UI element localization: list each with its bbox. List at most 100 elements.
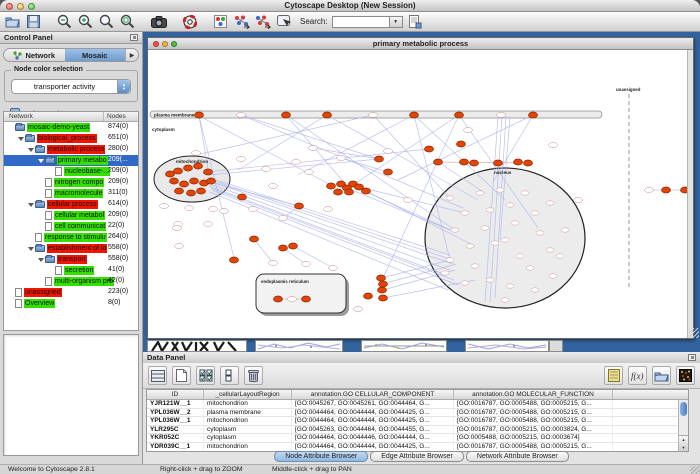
tree-expander-icon[interactable] bbox=[17, 137, 25, 141]
network-node-small[interactable] bbox=[249, 207, 258, 212]
network-tree-row[interactable]: establishment of lo558(0) bbox=[4, 243, 138, 254]
zoom-in-icon[interactable] bbox=[77, 13, 94, 30]
network-tree-row[interactable]: response to stimulu264(0) bbox=[4, 232, 138, 243]
table-row[interactable]: YPL036W__2plasma membrane[GO:0044464, GO… bbox=[147, 409, 688, 418]
network-node[interactable] bbox=[238, 194, 247, 200]
select-mode-icon[interactable] bbox=[275, 13, 292, 30]
network-node-small[interactable] bbox=[496, 188, 504, 192]
network-node-small[interactable] bbox=[329, 266, 338, 271]
attribute-list-icon[interactable] bbox=[604, 366, 623, 385]
network-edge[interactable] bbox=[373, 115, 450, 198]
zoom-selected-icon[interactable] bbox=[98, 13, 115, 30]
network-overlay-icon-2[interactable] bbox=[254, 13, 271, 30]
search-dropdown-button[interactable]: ▼ bbox=[390, 16, 403, 28]
network-node[interactable] bbox=[327, 183, 336, 189]
network-node-small[interactable] bbox=[486, 278, 494, 282]
network-node-small[interactable] bbox=[464, 128, 473, 133]
network-tree-row[interactable]: unassigned223(0) bbox=[4, 287, 138, 298]
network-edge[interactable] bbox=[353, 115, 459, 185]
network-tree-row[interactable]: macromolecule311(0) bbox=[4, 188, 138, 199]
network-node-small[interactable] bbox=[269, 261, 278, 266]
network-node[interactable] bbox=[514, 159, 523, 165]
network-node-small[interactable] bbox=[481, 226, 489, 230]
network-edge[interactable] bbox=[212, 182, 456, 265]
birdseye-view[interactable] bbox=[3, 334, 139, 456]
attribute-matrix-icon[interactable] bbox=[676, 366, 695, 385]
network-node-small[interactable] bbox=[556, 254, 564, 258]
network-node[interactable] bbox=[295, 203, 304, 209]
network-node-small[interactable] bbox=[471, 264, 479, 268]
tree-expander-icon[interactable] bbox=[37, 258, 45, 262]
network-node-small[interactable] bbox=[546, 201, 554, 205]
float-panel-icon[interactable] bbox=[688, 354, 696, 361]
network-node[interactable] bbox=[524, 160, 533, 166]
network-node[interactable] bbox=[457, 141, 466, 147]
network-canvas[interactable]: plasma membrane cytoplasm mitochondrion … bbox=[148, 50, 693, 338]
network-node-small[interactable] bbox=[354, 307, 363, 312]
tree-expander-icon[interactable] bbox=[27, 247, 35, 251]
network-node-small[interactable] bbox=[441, 271, 449, 275]
search-input[interactable] bbox=[332, 16, 390, 28]
network-node-small[interactable] bbox=[536, 231, 544, 235]
app-resize-grip[interactable] bbox=[690, 466, 700, 474]
tab-mosaic[interactable]: Mosaic bbox=[65, 49, 126, 61]
network-node-small[interactable] bbox=[446, 258, 454, 262]
formula-builder-icon[interactable]: f(x) bbox=[628, 366, 647, 385]
network-node[interactable] bbox=[362, 188, 371, 194]
tree-expander-icon[interactable] bbox=[27, 203, 35, 207]
table-vertical-scrollbar[interactable]: ▲▼ bbox=[678, 400, 688, 451]
network-edge[interactable] bbox=[212, 190, 458, 285]
network-node[interactable] bbox=[289, 243, 298, 249]
network-node[interactable] bbox=[302, 296, 311, 302]
column-id[interactable]: ID bbox=[147, 390, 204, 399]
network-node-small[interactable] bbox=[175, 244, 184, 249]
column-cellular-layout-region[interactable]: _cellularLayoutRegion bbox=[204, 390, 292, 399]
network-node[interactable] bbox=[410, 112, 419, 118]
table-row[interactable]: YJR121W__1mitochondrion[GO:0045267, GO:0… bbox=[147, 400, 688, 409]
network-tree-row[interactable]: multi-organism pro42(0) bbox=[4, 276, 138, 287]
network-node-small[interactable] bbox=[516, 254, 524, 258]
network-node-small[interactable] bbox=[192, 151, 201, 156]
new-attribute-icon[interactable] bbox=[172, 366, 191, 385]
column-go-cellular-component[interactable]: annotation.GO CELLULAR_COMPONENT bbox=[292, 390, 454, 399]
tree-expander-icon[interactable] bbox=[37, 159, 45, 163]
network-node[interactable] bbox=[460, 159, 469, 165]
table-row[interactable]: YLR295Ccytoplasm[GO:0045263, GO:0044464,… bbox=[147, 426, 688, 435]
network-node-small[interactable] bbox=[262, 167, 271, 172]
background-window-5[interactable] bbox=[549, 340, 563, 352]
network-node[interactable] bbox=[377, 275, 386, 281]
network-node[interactable] bbox=[470, 160, 479, 166]
network-node[interactable] bbox=[364, 293, 373, 299]
network-node[interactable] bbox=[455, 112, 464, 118]
network-node-small[interactable] bbox=[531, 211, 539, 215]
network-node-small[interactable] bbox=[209, 207, 218, 212]
zoom-out-icon[interactable] bbox=[56, 13, 73, 30]
background-window-2[interactable] bbox=[255, 340, 343, 352]
network-node-small[interactable] bbox=[506, 203, 514, 207]
network-node[interactable] bbox=[379, 295, 388, 301]
table-row[interactable]: YPL036W__1mitochondrion[GO:0044464, GO:0… bbox=[147, 417, 688, 426]
network-tree-row[interactable]: cellular process614(0) bbox=[4, 199, 138, 210]
background-window-3[interactable] bbox=[361, 340, 447, 352]
network-edge[interactable] bbox=[210, 178, 450, 255]
network-overlay-icon-1[interactable] bbox=[233, 13, 250, 30]
network-node-small[interactable] bbox=[486, 208, 494, 212]
tab-edge-attribute-browser[interactable]: Edge Attribute Browser bbox=[370, 451, 464, 462]
tab-network-attribute-browser[interactable]: Network Attribute Browser bbox=[466, 451, 569, 462]
network-node-small[interactable] bbox=[384, 149, 393, 154]
network-node[interactable] bbox=[274, 296, 283, 302]
network-node-small[interactable] bbox=[521, 191, 529, 195]
network-edge[interactable] bbox=[298, 115, 414, 175]
attribute-table-icon[interactable] bbox=[148, 366, 167, 385]
tab-node-attribute-browser[interactable]: Node Attribute Browser bbox=[274, 451, 368, 462]
select-attributes-icon[interactable] bbox=[196, 366, 215, 385]
network-tree-row[interactable]: mosaic-demo-yeast874(0) bbox=[4, 122, 138, 133]
network-node[interactable] bbox=[379, 281, 388, 287]
network-node-small[interactable] bbox=[237, 113, 246, 118]
background-window-1[interactable] bbox=[147, 340, 247, 352]
table-row[interactable]: YKR052Ccytoplasm[GO:0044464, GO:0044446,… bbox=[147, 434, 688, 443]
open-file-icon[interactable] bbox=[4, 13, 21, 30]
network-node-small[interactable] bbox=[501, 238, 509, 242]
network-edge[interactable] bbox=[210, 182, 299, 206]
network-node[interactable] bbox=[334, 189, 343, 195]
